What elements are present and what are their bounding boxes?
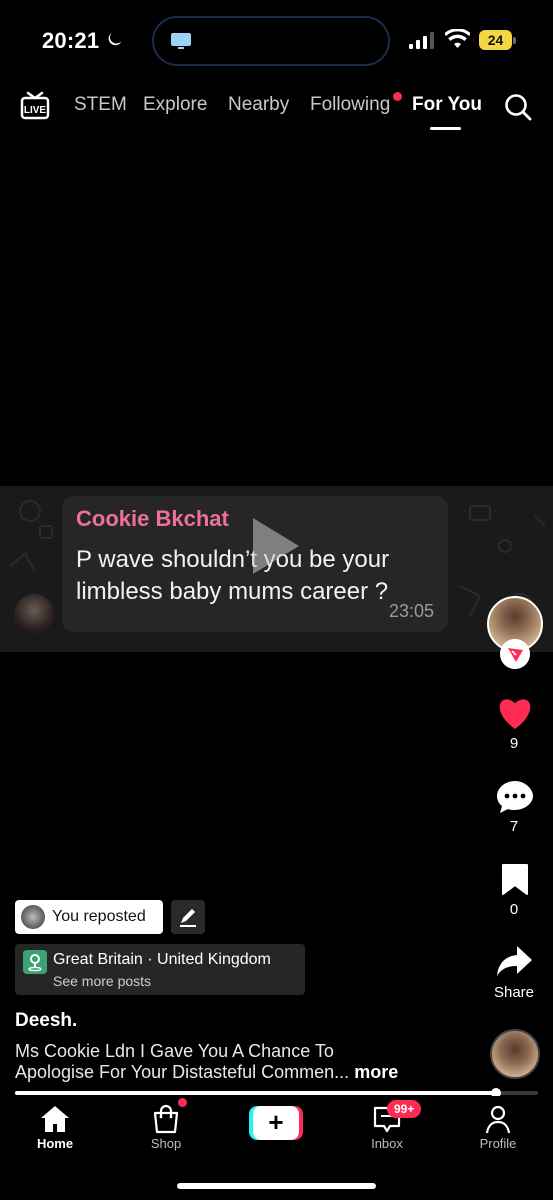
wifi-icon [445, 29, 470, 48]
video-player[interactable]: Cookie Bkchat P wave shouldn’t you be yo… [0, 486, 553, 652]
share-icon[interactable] [495, 944, 533, 978]
author-name[interactable]: Deesh. [15, 1010, 77, 1032]
status-bar: 20:21 24 [0, 0, 553, 80]
status-time: 20:21 [42, 28, 100, 53]
chat-message-line: limbless baby mums career ? [76, 578, 389, 605]
heart-icon[interactable] [496, 695, 534, 731]
active-tab-indicator [430, 127, 461, 130]
location-subtitle: See more posts [53, 973, 152, 989]
nav-inbox[interactable]: 99+ Inbox [347, 1096, 427, 1156]
search-icon[interactable] [503, 92, 533, 122]
edit-icon[interactable] [171, 900, 205, 934]
tab-nearby[interactable]: Nearby [228, 94, 289, 116]
battery-icon: 24 [479, 30, 516, 50]
nav-profile-label: Profile [479, 1136, 517, 1151]
battery-level: 24 [479, 30, 512, 50]
music-disc-avatar[interactable] [490, 1029, 540, 1079]
shopping-bag-icon [153, 1104, 179, 1134]
home-indicator[interactable] [177, 1183, 376, 1189]
play-icon[interactable] [247, 514, 303, 578]
tab-explore[interactable]: Explore [143, 94, 207, 116]
tv-icon [171, 33, 191, 49]
repost-label: You reposted [52, 908, 146, 925]
location-chip[interactable]: Great Britain · United Kingdom See more … [15, 944, 305, 995]
nav-profile[interactable]: Profile [458, 1096, 538, 1156]
nav-inbox-label: Inbox [371, 1136, 403, 1151]
inbox-badge: 99+ [387, 1100, 422, 1118]
caption-text: Apologise For Your Distasteful Commen... [15, 1062, 350, 1082]
chat-avatar [14, 594, 54, 634]
caption-line: Ms Cookie Ldn I Gave You A Chance To [15, 1041, 334, 1061]
moon-icon [108, 32, 122, 46]
chat-sender: Cookie Bkchat [76, 506, 229, 531]
location-pin-icon [23, 950, 47, 974]
progress-fill [15, 1091, 497, 1095]
video-progress-bar[interactable] [15, 1088, 538, 1098]
comment-icon[interactable] [496, 779, 534, 815]
share-label: Share [493, 984, 535, 1001]
signal-icon [409, 32, 434, 49]
nav-shop-label: Shop [150, 1136, 182, 1151]
tab-for-you[interactable]: For You [412, 94, 482, 116]
follow-icon[interactable] [500, 639, 530, 669]
live-icon[interactable]: LIVE [20, 90, 50, 120]
plus-icon: + [253, 1106, 299, 1140]
tab-following[interactable]: Following [310, 94, 390, 116]
top-nav: LIVE STEM Explore Nearby Following For Y… [0, 84, 553, 134]
profile-icon [485, 1105, 511, 1134]
following-notification-dot [393, 92, 402, 101]
dynamic-island[interactable] [152, 16, 390, 66]
create-button[interactable]: + [249, 1106, 303, 1140]
svg-text:LIVE: LIVE [24, 105, 47, 116]
chat-message-line: P wave shouldn’t you be your [76, 546, 390, 573]
like-count: 9 [509, 735, 519, 752]
caption-more-link[interactable]: more [354, 1062, 398, 1082]
nav-shop[interactable]: Shop [126, 1096, 206, 1156]
save-count: 0 [509, 901, 519, 918]
caption-line-2: Apologise For Your Distasteful Commen...… [15, 1062, 398, 1083]
bookmark-icon[interactable] [500, 862, 530, 896]
tab-stem[interactable]: STEM [74, 94, 127, 116]
nav-home[interactable]: Home [15, 1096, 95, 1156]
shop-notification-dot [178, 1098, 187, 1107]
repost-avatar [21, 905, 45, 929]
home-icon [41, 1106, 69, 1132]
comment-count: 7 [509, 818, 519, 835]
repost-pill[interactable]: You reposted [15, 900, 163, 934]
location-title: Great Britain · United Kingdom [53, 951, 271, 968]
nav-home-label: Home [36, 1136, 74, 1151]
chat-timestamp: 23:05 [388, 601, 434, 621]
